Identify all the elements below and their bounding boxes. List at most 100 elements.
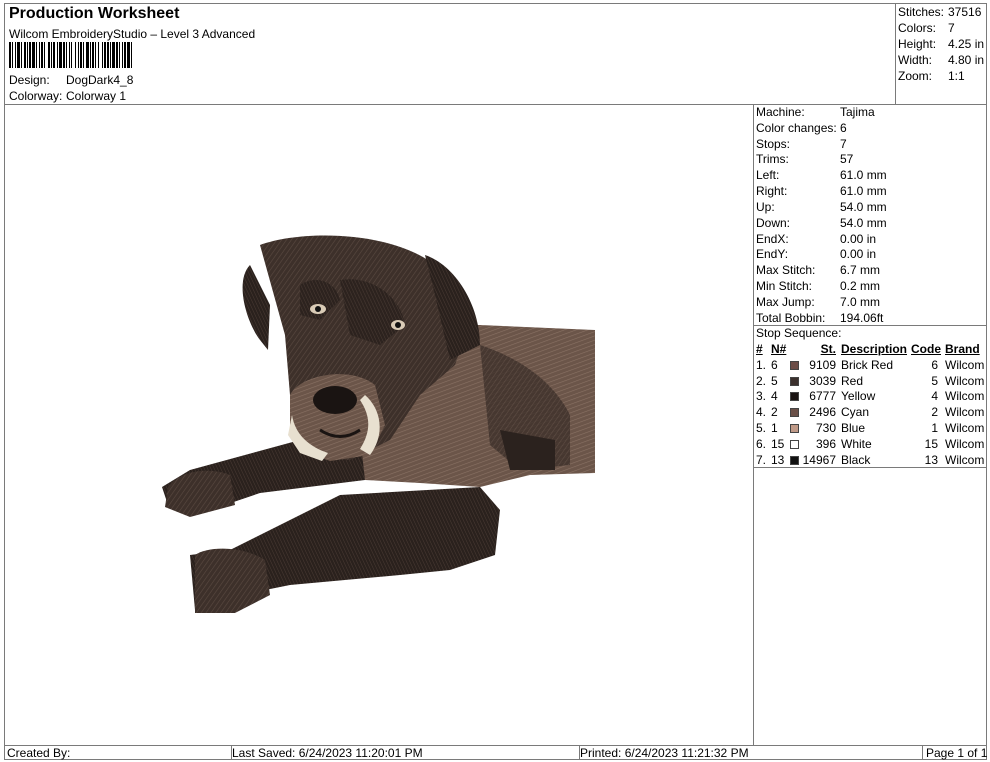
machine-label: Machine:: [756, 105, 805, 119]
stitches-label: Stitches:: [898, 5, 945, 19]
stop-row-description: Black: [841, 453, 871, 467]
stop-row-brand: Wilcom: [945, 437, 985, 451]
page-number: Page 1 of 1: [926, 746, 988, 760]
stop-row-description: Brick Red: [841, 358, 894, 372]
col-header-brand: Brand: [945, 342, 980, 356]
stitches-value: 37516: [948, 5, 982, 19]
stop-row-needle: 2: [771, 405, 778, 419]
stop-row-description: Cyan: [841, 405, 870, 419]
stop-row-needle: 15: [771, 437, 785, 451]
stop-row-code: 6: [931, 358, 938, 372]
min-stitch-label: Min Stitch:: [756, 279, 813, 293]
col-header-code: Code: [911, 342, 941, 356]
design-label: Design:: [9, 73, 50, 87]
max-jump-value: 7.0 mm: [840, 295, 881, 309]
right-label: Right:: [756, 184, 788, 198]
page-title: Production Worksheet: [9, 5, 180, 22]
color-swatch: [790, 424, 799, 433]
color-swatch: [790, 377, 799, 386]
colors-value: 7: [948, 21, 955, 35]
stop-row-code: 15: [924, 437, 938, 451]
colors-label: Colors:: [898, 21, 937, 35]
stop-row-num: 4.: [756, 405, 767, 419]
barcode-icon: [9, 42, 132, 68]
design-value: DogDark4_8: [66, 73, 134, 87]
stop-row-stitches: 6777: [809, 389, 836, 403]
stop-row-num: 2.: [756, 374, 767, 388]
color-changes-label: Color changes:: [756, 121, 837, 135]
stop-row-num: 1.: [756, 358, 767, 372]
stop-row-needle: 4: [771, 389, 778, 403]
max-stitch-label: Max Stitch:: [756, 263, 816, 277]
col-header-needle: N#: [771, 342, 787, 356]
stop-row-stitches: 14967: [802, 453, 836, 467]
stop-sequence-title: Stop Sequence:: [756, 326, 842, 340]
stops-label: Stops:: [756, 137, 791, 151]
stop-row-code: 1: [931, 421, 938, 435]
stop-row-stitches: 9109: [809, 358, 836, 372]
stop-row-brand: Wilcom: [945, 389, 985, 403]
stop-row-brand: Wilcom: [945, 421, 985, 435]
down-label: Down:: [756, 216, 791, 230]
last-saved: Last Saved: 6/24/2023 11:20:01 PM: [232, 746, 423, 760]
stop-row-needle: 1: [771, 421, 778, 435]
color-swatch: [790, 392, 799, 401]
col-header-num: #: [756, 342, 763, 356]
endx-label: EndX:: [756, 232, 789, 246]
color-swatch: [790, 456, 799, 465]
color-swatch: [790, 440, 799, 449]
trims-value: 57: [840, 152, 854, 166]
colorway-value: Colorway 1: [66, 89, 127, 103]
stop-row-num: 5.: [756, 421, 767, 435]
stop-row-num: 6.: [756, 437, 767, 451]
stop-row-brand: Wilcom: [945, 374, 985, 388]
total-bobbin-label: Total Bobbin:: [756, 311, 826, 325]
stop-row-description: White: [841, 437, 872, 451]
stop-row-brand: Wilcom: [945, 358, 985, 372]
left-value: 61.0 mm: [840, 168, 887, 182]
width-label: Width:: [898, 53, 933, 67]
height-value: 4.25 in: [948, 37, 985, 51]
right-value: 61.0 mm: [840, 184, 887, 198]
stop-row-stitches: 2496: [809, 405, 836, 419]
up-value: 54.0 mm: [840, 200, 887, 214]
zoom-label: Zoom:: [898, 69, 933, 83]
stops-value: 7: [840, 137, 847, 151]
up-label: Up:: [756, 200, 775, 214]
height-label: Height:: [898, 37, 937, 51]
colorway-label: Colorway:: [9, 89, 63, 103]
color-swatch: [790, 361, 799, 370]
stop-row-code: 2: [931, 405, 938, 419]
printed-date: Printed: 6/24/2023 11:21:32 PM: [580, 746, 749, 760]
footer-divider: [922, 745, 923, 760]
col-header-stitches: St.: [820, 342, 836, 356]
worksheet-footer: [4, 745, 987, 760]
zoom-value: 1:1: [948, 69, 965, 83]
stop-row-stitches: 730: [815, 421, 836, 435]
color-swatch: [790, 408, 799, 417]
stop-row-description: Red: [841, 374, 864, 388]
min-stitch-value: 0.2 mm: [840, 279, 881, 293]
dog-embroidery-icon: [162, 235, 595, 613]
stop-row-stitches: 3039: [809, 374, 836, 388]
stop-row-brand: Wilcom: [945, 405, 985, 419]
created-by: Created By:: [7, 746, 71, 760]
stop-row-needle: 6: [771, 358, 778, 372]
software-name: Wilcom EmbroideryStudio – Level 3 Advanc…: [9, 27, 256, 41]
width-value: 4.80 in: [948, 53, 985, 67]
stop-row-num: 3.: [756, 389, 767, 403]
stop-row-description: Blue: [841, 421, 866, 435]
col-header-description: Description: [841, 342, 908, 356]
endy-label: EndY:: [756, 247, 789, 261]
left-label: Left:: [756, 168, 780, 182]
down-value: 54.0 mm: [840, 216, 887, 230]
color-changes-value: 6: [840, 121, 847, 135]
max-jump-label: Max Jump:: [756, 295, 815, 309]
stop-row-description: Yellow: [841, 389, 876, 403]
machine-value: Tajima: [840, 105, 875, 119]
stop-row-needle: 5: [771, 374, 778, 388]
endy-value: 0.00 in: [840, 247, 877, 261]
max-stitch-value: 6.7 mm: [840, 263, 881, 277]
stop-sequence-bottom-divider: [753, 467, 987, 468]
total-bobbin-value: 194.06ft: [840, 311, 884, 325]
